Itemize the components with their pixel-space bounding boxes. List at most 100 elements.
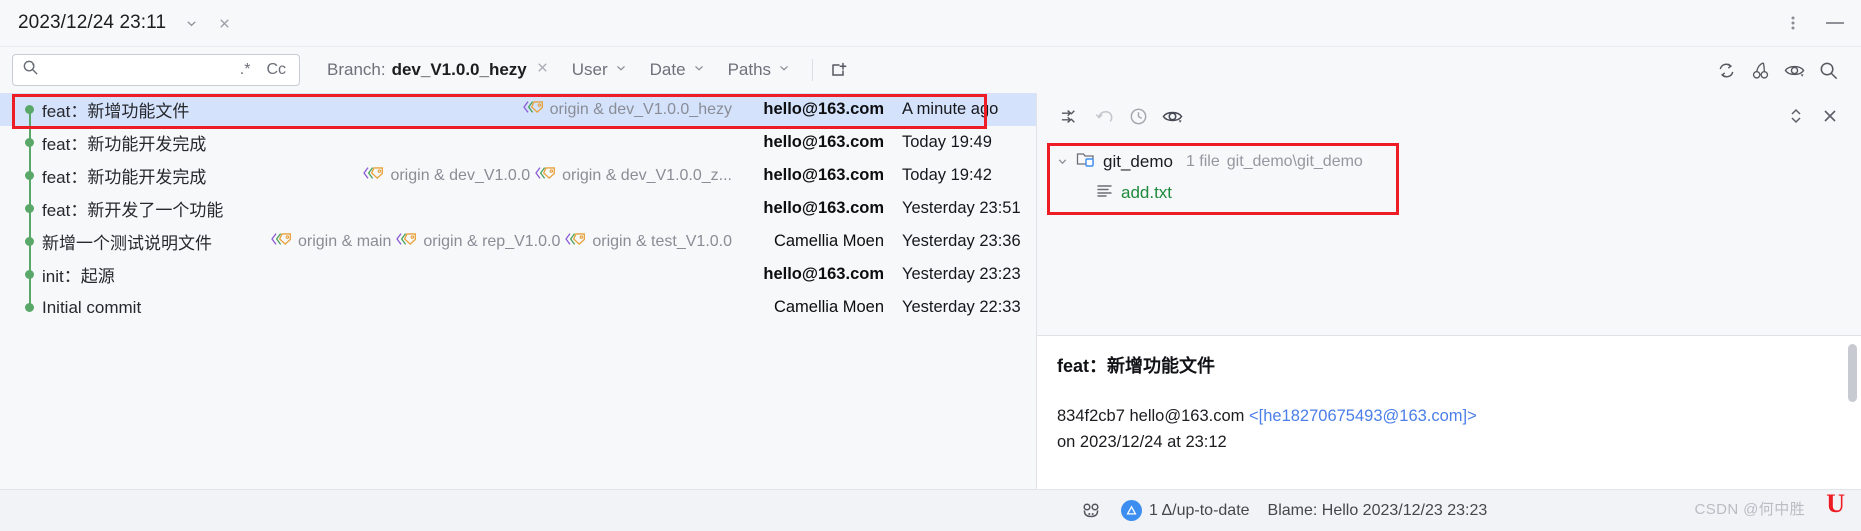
commit-author: hello@163.com [763, 133, 884, 151]
branch-ref-text: origin & test_V1.0.0 [592, 232, 732, 250]
search-icon[interactable] [1811, 55, 1845, 85]
branch-ref-label[interactable]: origin & dev_V1.0.0_hezy [522, 99, 736, 120]
close-icon[interactable] [217, 16, 232, 31]
filter-branch-clear-icon[interactable] [535, 60, 550, 80]
status-bar: 1 Δ/up-to-date Blame: Hello 2023/12/23 2… [0, 489, 1861, 531]
show-diff-eye-icon[interactable] [1155, 101, 1189, 131]
branch-ref-label[interactable]: origin & dev_V1.0.0_z... [534, 165, 736, 186]
branch-ref-text: origin & main [298, 232, 392, 250]
graph-commit-dot [24, 171, 34, 180]
commit-list: feat：新增功能文件 origin & dev_V1.0.0_hezy hello… [0, 93, 1036, 324]
commit-hash[interactable]: 834f2cb7 [1057, 407, 1125, 425]
main-body: feat：新增功能文件 origin & dev_V1.0.0_hezy hello… [0, 93, 1861, 489]
regex-toggle[interactable]: .* [235, 61, 256, 79]
graph-commit-dot [24, 204, 34, 213]
commit-email[interactable]: <[he18270675493@163.com]> [1249, 407, 1477, 425]
changes-pane: git_demo 1 file git_demo\git_demo add.tx… [1037, 93, 1861, 489]
log-toolbar: .* Cc Branch: dev_V1.0.0_hezy User Date [0, 47, 1861, 93]
commit-refs: origin & main origin & rep_V1.0.0 origin &… [270, 231, 736, 252]
commit-date: Yesterday 23:23 [902, 265, 1021, 283]
chevron-down-icon[interactable] [1055, 155, 1069, 169]
branch-ref-text: origin & dev_V1.0.0 [390, 166, 531, 184]
commit-row[interactable]: feat：新开发了一个功能 hello@163.com Yesterday 23:5… [0, 192, 1036, 225]
graph-commit-dot [24, 303, 34, 312]
changes-badge-icon [1121, 500, 1142, 521]
commit-refs: origin & dev_V1.0.0 origin & dev_V1.0.0_z… [362, 165, 736, 186]
commit-list-pane[interactable]: feat：新增功能文件 origin & dev_V1.0.0_hezy hello… [0, 93, 1037, 489]
commit-row[interactable]: Initial commit Camellia Moen Yesterday 22:… [0, 291, 1036, 324]
commit-row[interactable]: 新增一个测试说明文件 origin & main origin & rep_V1.0… [0, 225, 1036, 258]
commit-graph-cell [22, 126, 38, 159]
commit-author: hello@163.com [763, 100, 884, 118]
branch-label-icon [522, 99, 546, 120]
commit-row[interactable]: feat：新功能开发完成 origin & dev_V1.0.0 origin & … [0, 159, 1036, 192]
minimize-icon[interactable] [1823, 15, 1847, 31]
commit-date: Today 19:42 [902, 166, 992, 184]
filter-user[interactable]: User [561, 55, 639, 85]
commit-date: Yesterday 23:51 [902, 199, 1021, 217]
commit-subject: feat：新增功能文件 [42, 102, 190, 121]
chevron-down-icon [692, 61, 706, 80]
commit-date-line: on 2023/12/24 at 23:12 [1057, 432, 1227, 451]
commit-subject: feat：新功能开发完成 [42, 135, 207, 154]
commit-graph-cell [22, 291, 38, 324]
commit-refs: origin & dev_V1.0.0_hezy [522, 99, 736, 120]
tree-root-path: git_demo\git_demo [1226, 152, 1363, 170]
commit-row[interactable]: feat：新增功能文件 origin & dev_V1.0.0_hezy hello… [0, 93, 1036, 126]
branch-ref-label[interactable]: origin & test_V1.0.0 [564, 231, 736, 252]
commit-author: hello@163.com [1129, 407, 1245, 425]
commit-row[interactable]: init：起源 hello@163.com Yesterday 23:23 [0, 258, 1036, 291]
commit-detail-meta: 834f2cb7 hello@163.com <[he18270675493@1… [1057, 404, 1861, 455]
close-icon[interactable] [1813, 101, 1847, 131]
cherry-pick-icon[interactable] [1743, 55, 1777, 85]
revert-icon[interactable] [1087, 101, 1121, 131]
expand-collapse-icon[interactable] [1779, 101, 1813, 131]
history-icon[interactable] [1121, 101, 1155, 131]
graph-commit-dot [24, 270, 34, 279]
branch-ref-label[interactable]: origin & main [270, 231, 395, 252]
filter-date-label: Date [649, 60, 686, 79]
commit-date: Today 19:49 [902, 133, 992, 151]
commit-detail-panel[interactable]: feat：新增功能文件 834f2cb7 hello@163.com <[he1… [1037, 336, 1861, 489]
show-details-eye-icon[interactable] [1777, 55, 1811, 85]
more-vertical-icon[interactable] [1785, 14, 1801, 32]
graph-commit-dot [24, 237, 34, 246]
tree-row-file[interactable]: add.txt [1037, 177, 1861, 208]
commit-date: Yesterday 23:36 [902, 232, 1021, 250]
refresh-icon[interactable] [1709, 55, 1743, 85]
commit-graph-cell [22, 159, 38, 192]
branch-label-icon [564, 231, 588, 252]
detail-scrollbar[interactable] [1848, 344, 1857, 402]
branch-label-icon [395, 231, 419, 252]
status-changes[interactable]: 1 Δ/up-to-date [1121, 500, 1250, 521]
branch-ref-label[interactable]: origin & dev_V1.0.0 [362, 165, 534, 186]
search-icon [22, 59, 39, 81]
filter-date[interactable]: Date [639, 55, 717, 85]
chevron-down-icon[interactable] [184, 16, 199, 31]
commit-author: hello@163.com [763, 166, 884, 184]
commit-author: hello@163.com [763, 265, 884, 283]
commit-date: Yesterday 22:33 [902, 298, 1021, 316]
git-branch-icon[interactable] [1079, 501, 1103, 521]
filter-paths-label: Paths [727, 60, 772, 79]
search-input[interactable]: .* Cc [12, 54, 300, 86]
commit-row[interactable]: feat：新功能开发完成 hello@163.com Today 19:49 [0, 126, 1036, 159]
commit-subject: Initial commit [42, 297, 142, 317]
commit-date: A minute ago [902, 100, 999, 118]
branch-ref-label[interactable]: origin & rep_V1.0.0 [395, 231, 564, 252]
tree-file-name: add.txt [1121, 182, 1173, 202]
tree-row-root[interactable]: git_demo 1 file git_demo\git_demo [1037, 146, 1861, 177]
filter-branch[interactable]: Branch: dev_V1.0.0_hezy [316, 55, 561, 85]
title-bar: 2023/12/24 23:11 [0, 0, 1861, 47]
status-blame[interactable]: Blame: Hello 2023/12/23 23:23 [1268, 502, 1488, 520]
changed-files-tree[interactable]: git_demo 1 file git_demo\git_demo add.tx… [1037, 139, 1861, 336]
new-tab-icon[interactable] [823, 55, 857, 85]
commit-graph-cell [22, 192, 38, 225]
branch-label-icon [362, 165, 386, 186]
filter-paths[interactable]: Paths [717, 55, 802, 85]
match-case-toggle[interactable]: Cc [261, 61, 291, 79]
commit-detail-subject: feat：新增功能文件 [1057, 356, 1216, 376]
group-by-icon[interactable] [1053, 101, 1087, 131]
page-title: 2023/12/24 23:11 [18, 12, 167, 33]
branch-label-icon [270, 231, 294, 252]
